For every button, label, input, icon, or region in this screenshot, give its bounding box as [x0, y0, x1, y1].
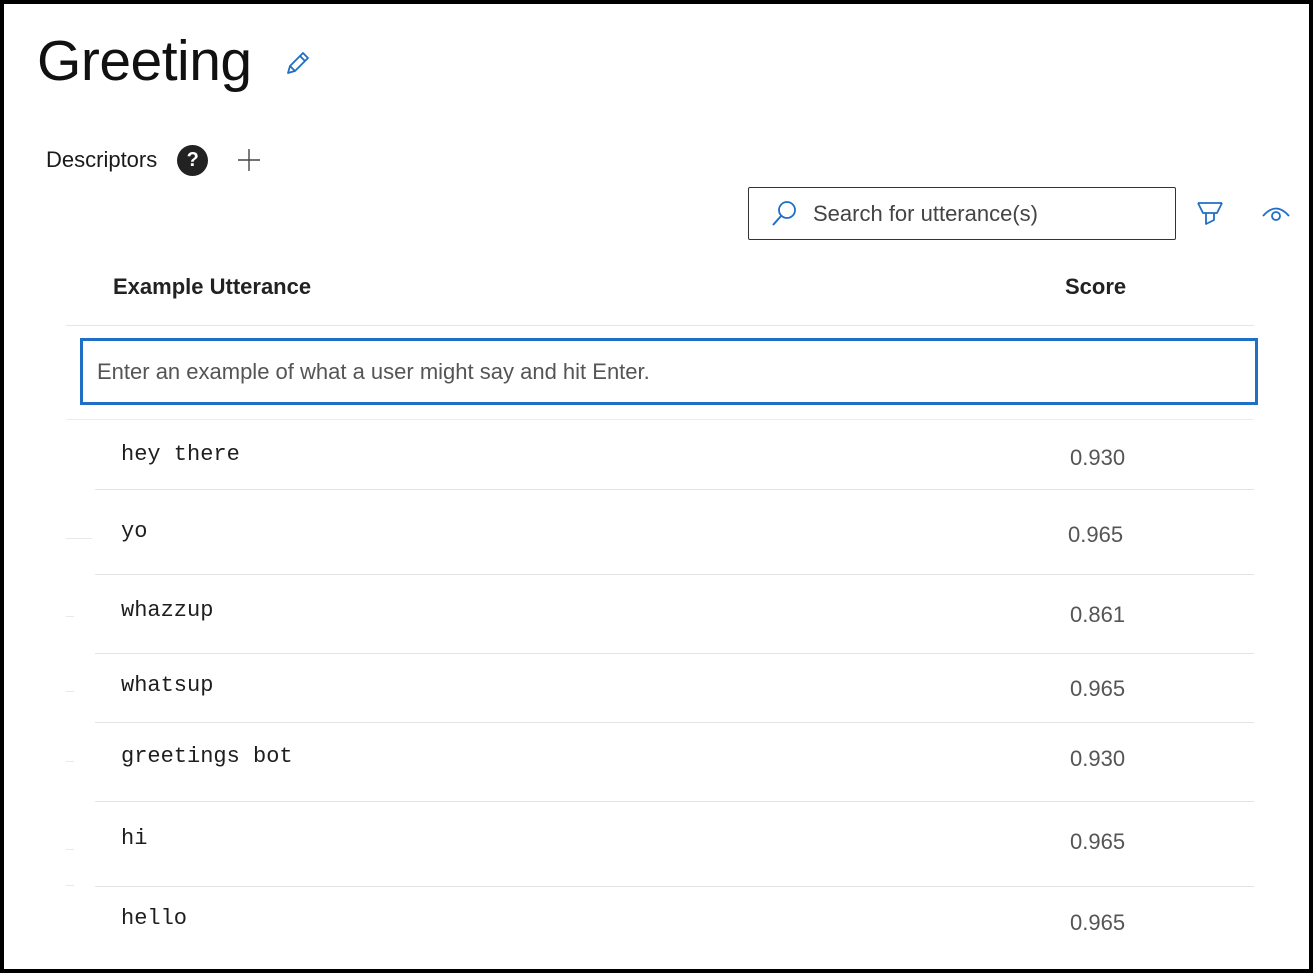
filter-icon [1197, 202, 1223, 225]
view-toggle-button[interactable] [1260, 199, 1292, 232]
eye-icon [1262, 207, 1290, 221]
row-divider [95, 489, 1254, 490]
descriptors-row: Descriptors ? [46, 142, 262, 178]
row-divider [95, 722, 1254, 723]
row-marker [66, 761, 74, 762]
row-marker [66, 885, 74, 886]
score-value: 0.930 [1070, 445, 1126, 470]
score-value: 0.861 [1070, 602, 1126, 627]
score-value: 0.930 [1070, 746, 1126, 771]
pencil-icon [286, 52, 309, 74]
header-divider [66, 325, 1254, 326]
row-marker [66, 691, 74, 692]
title-row: Greeting [37, 26, 314, 96]
utterance-text: hi [121, 826, 148, 851]
row-divider [95, 886, 1254, 887]
row-marker [66, 538, 92, 539]
utterance-text: greetings bot [121, 744, 293, 769]
utterance-text: hey there [121, 442, 240, 467]
search-input[interactable] [811, 199, 1155, 228]
row-marker [66, 616, 74, 617]
filter-button[interactable] [1194, 197, 1228, 236]
utterance-text: hello [121, 906, 188, 931]
score-value: 0.965 [1070, 829, 1126, 854]
score-value: 0.965 [1068, 522, 1124, 547]
row-divider [95, 801, 1254, 802]
plus-icon [238, 149, 261, 171]
descriptors-label: Descriptors [46, 147, 158, 172]
utterance-text: whazzup [121, 598, 214, 623]
utterance-text: whatsup [121, 673, 214, 698]
column-header-score[interactable]: Score [1065, 274, 1126, 300]
column-header-utterance[interactable]: Example Utterance [113, 274, 311, 300]
question-circle-icon[interactable]: ? [177, 144, 209, 176]
search-box[interactable] [748, 187, 1176, 240]
utterance-entry-input[interactable] [95, 357, 1239, 386]
row-marker [66, 849, 74, 850]
entry-divider [66, 419, 1254, 420]
add-descriptor-button[interactable] [236, 147, 262, 173]
search-icon [772, 200, 796, 226]
score-value: 0.965 [1070, 910, 1126, 935]
utterance-entry-box[interactable] [80, 338, 1258, 405]
edit-title-button[interactable] [282, 48, 314, 80]
score-value: 0.965 [1070, 676, 1126, 701]
utterance-text: yo [121, 519, 148, 544]
page-title: Greeting [37, 29, 252, 93]
row-divider [95, 653, 1254, 654]
window-frame: Greeting Descriptors ? Search for uttera… [0, 0, 1313, 973]
row-divider [95, 574, 1254, 575]
